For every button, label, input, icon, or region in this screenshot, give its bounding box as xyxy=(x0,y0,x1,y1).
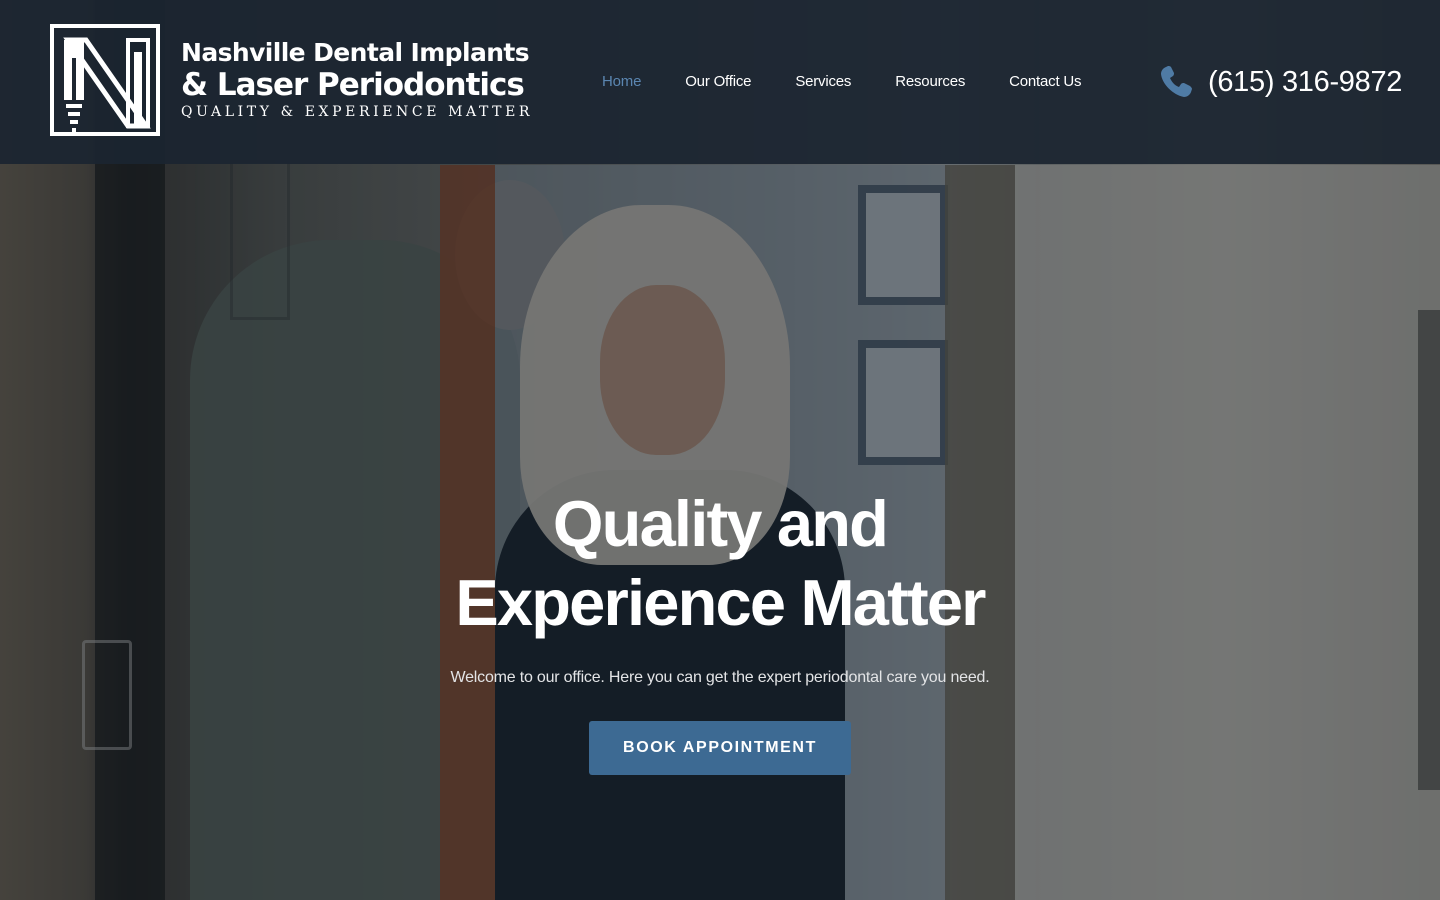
nav-item-our-office[interactable]: Our Office xyxy=(663,70,773,94)
hero-section: Quality and Experience Matter Welcome to… xyxy=(0,484,1440,775)
nav-item-home[interactable]: Home xyxy=(580,70,663,94)
nav-item-contact-us[interactable]: Contact Us xyxy=(987,70,1103,94)
main-nav: Home Our Office Services Resources Conta… xyxy=(580,70,1103,94)
phone-number: (615) 316-9872 xyxy=(1208,65,1403,98)
nav-item-services[interactable]: Services xyxy=(773,70,873,94)
nav-item-resources[interactable]: Resources xyxy=(873,70,987,94)
n-implant-logo-icon xyxy=(50,24,160,136)
brand-name-line1: Nashville Dental Implants xyxy=(181,38,530,67)
hero-title: Quality and Experience Matter xyxy=(455,487,986,639)
logo-wordmark: Nashville Dental Implants & Laser Period… xyxy=(181,38,531,120)
brand-name-line2: & Laser Periodontics xyxy=(181,67,525,103)
site-logo[interactable]: Nashville Dental Implants & Laser Period… xyxy=(50,24,530,140)
brand-tagline: QUALITY & EXPERIENCE MATTER xyxy=(181,104,534,120)
hero-subtitle: Welcome to our office. Here you can get … xyxy=(450,669,990,686)
site-header: Nashville Dental Implants & Laser Period… xyxy=(0,0,1440,164)
phone-icon xyxy=(1161,66,1192,97)
book-appointment-button[interactable]: BOOK APPOINTMENT xyxy=(589,721,851,775)
phone-link[interactable]: (615) 316-9872 xyxy=(1158,60,1402,104)
